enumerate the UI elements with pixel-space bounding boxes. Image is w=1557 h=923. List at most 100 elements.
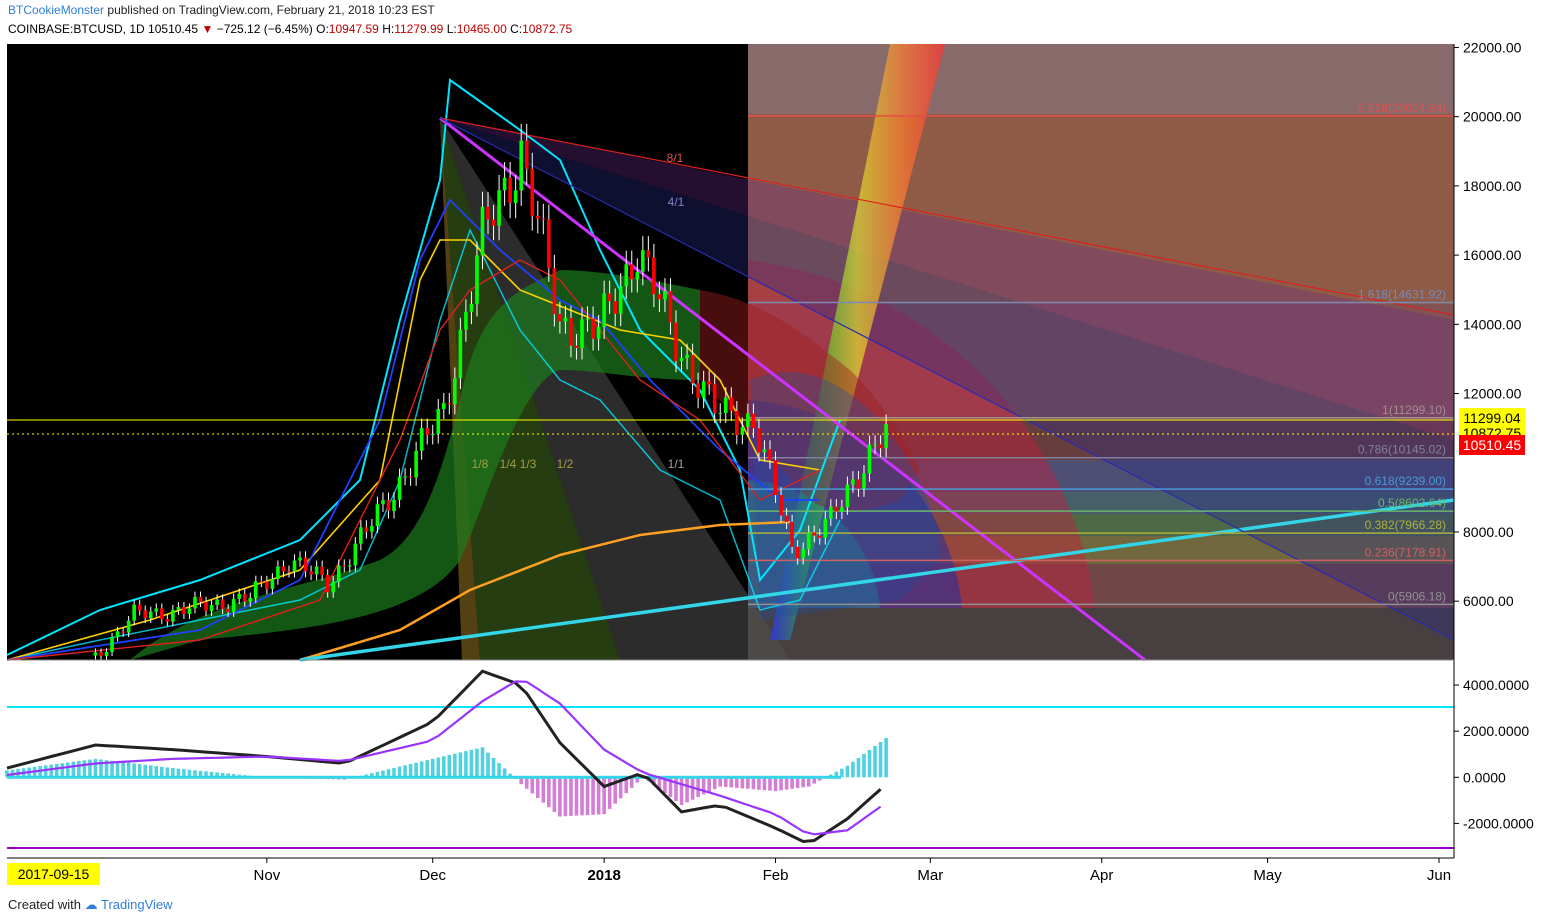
price-tag: 10510.45 <box>1459 435 1525 456</box>
macd-bar <box>674 777 678 802</box>
macd-bar <box>790 777 794 789</box>
candle-body <box>314 566 319 575</box>
macd-bar <box>486 752 490 778</box>
candle-body <box>347 565 352 567</box>
candle-body <box>441 403 446 409</box>
candle-body <box>851 479 855 485</box>
candle-body <box>242 593 247 602</box>
candle-body <box>375 504 380 526</box>
candle-body <box>254 581 258 598</box>
macd-bar <box>696 777 700 798</box>
candle-body <box>320 566 324 576</box>
candle-body <box>397 476 402 500</box>
candle-body <box>712 384 717 414</box>
candle-body <box>613 301 617 314</box>
candle-body <box>237 593 242 599</box>
candle-body <box>746 413 750 427</box>
x-axis-ticks: Nov Dec 2018 Feb Mar Apr May Jun <box>254 858 1451 884</box>
candle-body <box>370 525 374 532</box>
candle-body <box>652 257 656 295</box>
candle-body <box>635 271 640 280</box>
candle-body <box>823 518 828 538</box>
candle-body <box>430 434 435 436</box>
candle-body <box>126 620 131 633</box>
candle-body <box>663 291 667 300</box>
macd-bar <box>137 764 142 778</box>
macd-pane-bg <box>7 662 1454 858</box>
candle-body <box>187 608 192 615</box>
macd-bar <box>66 762 70 778</box>
macd-pane[interactable] <box>5 662 1454 858</box>
date-marker: 2017-09-15 <box>7 863 100 885</box>
macd-bar <box>541 777 546 803</box>
candle-body <box>729 397 734 411</box>
macd-bar <box>148 765 153 778</box>
candle-body <box>303 557 308 572</box>
macd-bar <box>132 763 136 778</box>
candle-body <box>541 218 546 220</box>
candle-body <box>276 566 280 579</box>
x-tick-label: Dec <box>419 867 446 884</box>
candle-body <box>834 506 839 512</box>
macd-bar <box>773 777 778 792</box>
candle-body <box>502 177 507 191</box>
x-tick-label: 2018 <box>587 867 620 884</box>
candle-body <box>480 206 485 256</box>
macd-bar <box>469 749 474 778</box>
macd-bar <box>795 777 800 789</box>
tradingview-logo-icon: ☁ <box>84 897 98 912</box>
gann-label: 1/3 <box>520 457 537 471</box>
macd-bar <box>447 755 452 778</box>
macd-bar <box>480 747 485 778</box>
candle-body <box>552 268 557 315</box>
candle-body <box>469 303 474 312</box>
candle-body <box>193 596 197 609</box>
candle-body <box>690 354 695 384</box>
candle-body <box>602 293 606 328</box>
candle-body <box>331 581 336 593</box>
macd-bar <box>464 751 468 778</box>
x-tick-label: Apr <box>1090 867 1113 884</box>
macd-bar <box>71 761 76 778</box>
tradingview-link[interactable]: TradingView <box>101 897 173 912</box>
price-pane[interactable]: 2.618(20024.84) 1.618(14631.92) 1(11299.10… <box>6 44 1455 662</box>
candle-body <box>762 449 767 453</box>
macd-bar <box>602 777 606 815</box>
candle-body <box>585 318 590 320</box>
candle-body <box>829 506 833 519</box>
macd-bar <box>475 748 479 778</box>
candle-body <box>160 608 164 620</box>
candle-body <box>607 293 612 302</box>
x-tick-label: Mar <box>917 867 943 884</box>
fib-level-label: 1(11299.10) <box>1382 403 1446 417</box>
macd-tick-label: 0.0000 <box>1463 769 1506 785</box>
macd-bar <box>591 777 595 815</box>
chart-canvas[interactable]: 2.618(20024.84) 1.618(14631.92) 1(11299.10… <box>0 0 1557 923</box>
macd-bar <box>403 765 407 778</box>
gann-label: 1/1 <box>668 457 685 471</box>
macd-bar <box>873 746 877 778</box>
macd-bar <box>768 777 772 791</box>
macd-bar <box>547 777 551 808</box>
candle-body <box>817 535 822 538</box>
macd-tick-label: 4000.0000 <box>1463 677 1529 693</box>
candle-body <box>535 215 540 219</box>
macd-bar <box>729 777 734 788</box>
macd-bar <box>862 753 866 778</box>
macd-bar <box>884 738 888 778</box>
y-tick-label: 6000.00 <box>1463 593 1514 609</box>
candle-body <box>298 557 302 561</box>
gann-label: 8/1 <box>667 151 684 165</box>
macd-bar <box>740 777 745 789</box>
candle-body <box>231 598 236 612</box>
macd-bar <box>77 761 81 778</box>
macd-bar <box>607 777 612 809</box>
candle-body <box>259 581 264 583</box>
candle-body <box>668 291 673 323</box>
fib-zone-base <box>748 608 1454 660</box>
macd-tick-label: -2000.0000 <box>1463 815 1534 831</box>
macd-bar <box>712 777 717 790</box>
macd-bar <box>121 762 125 778</box>
candle-body <box>110 637 114 653</box>
macd-bar <box>88 759 92 778</box>
